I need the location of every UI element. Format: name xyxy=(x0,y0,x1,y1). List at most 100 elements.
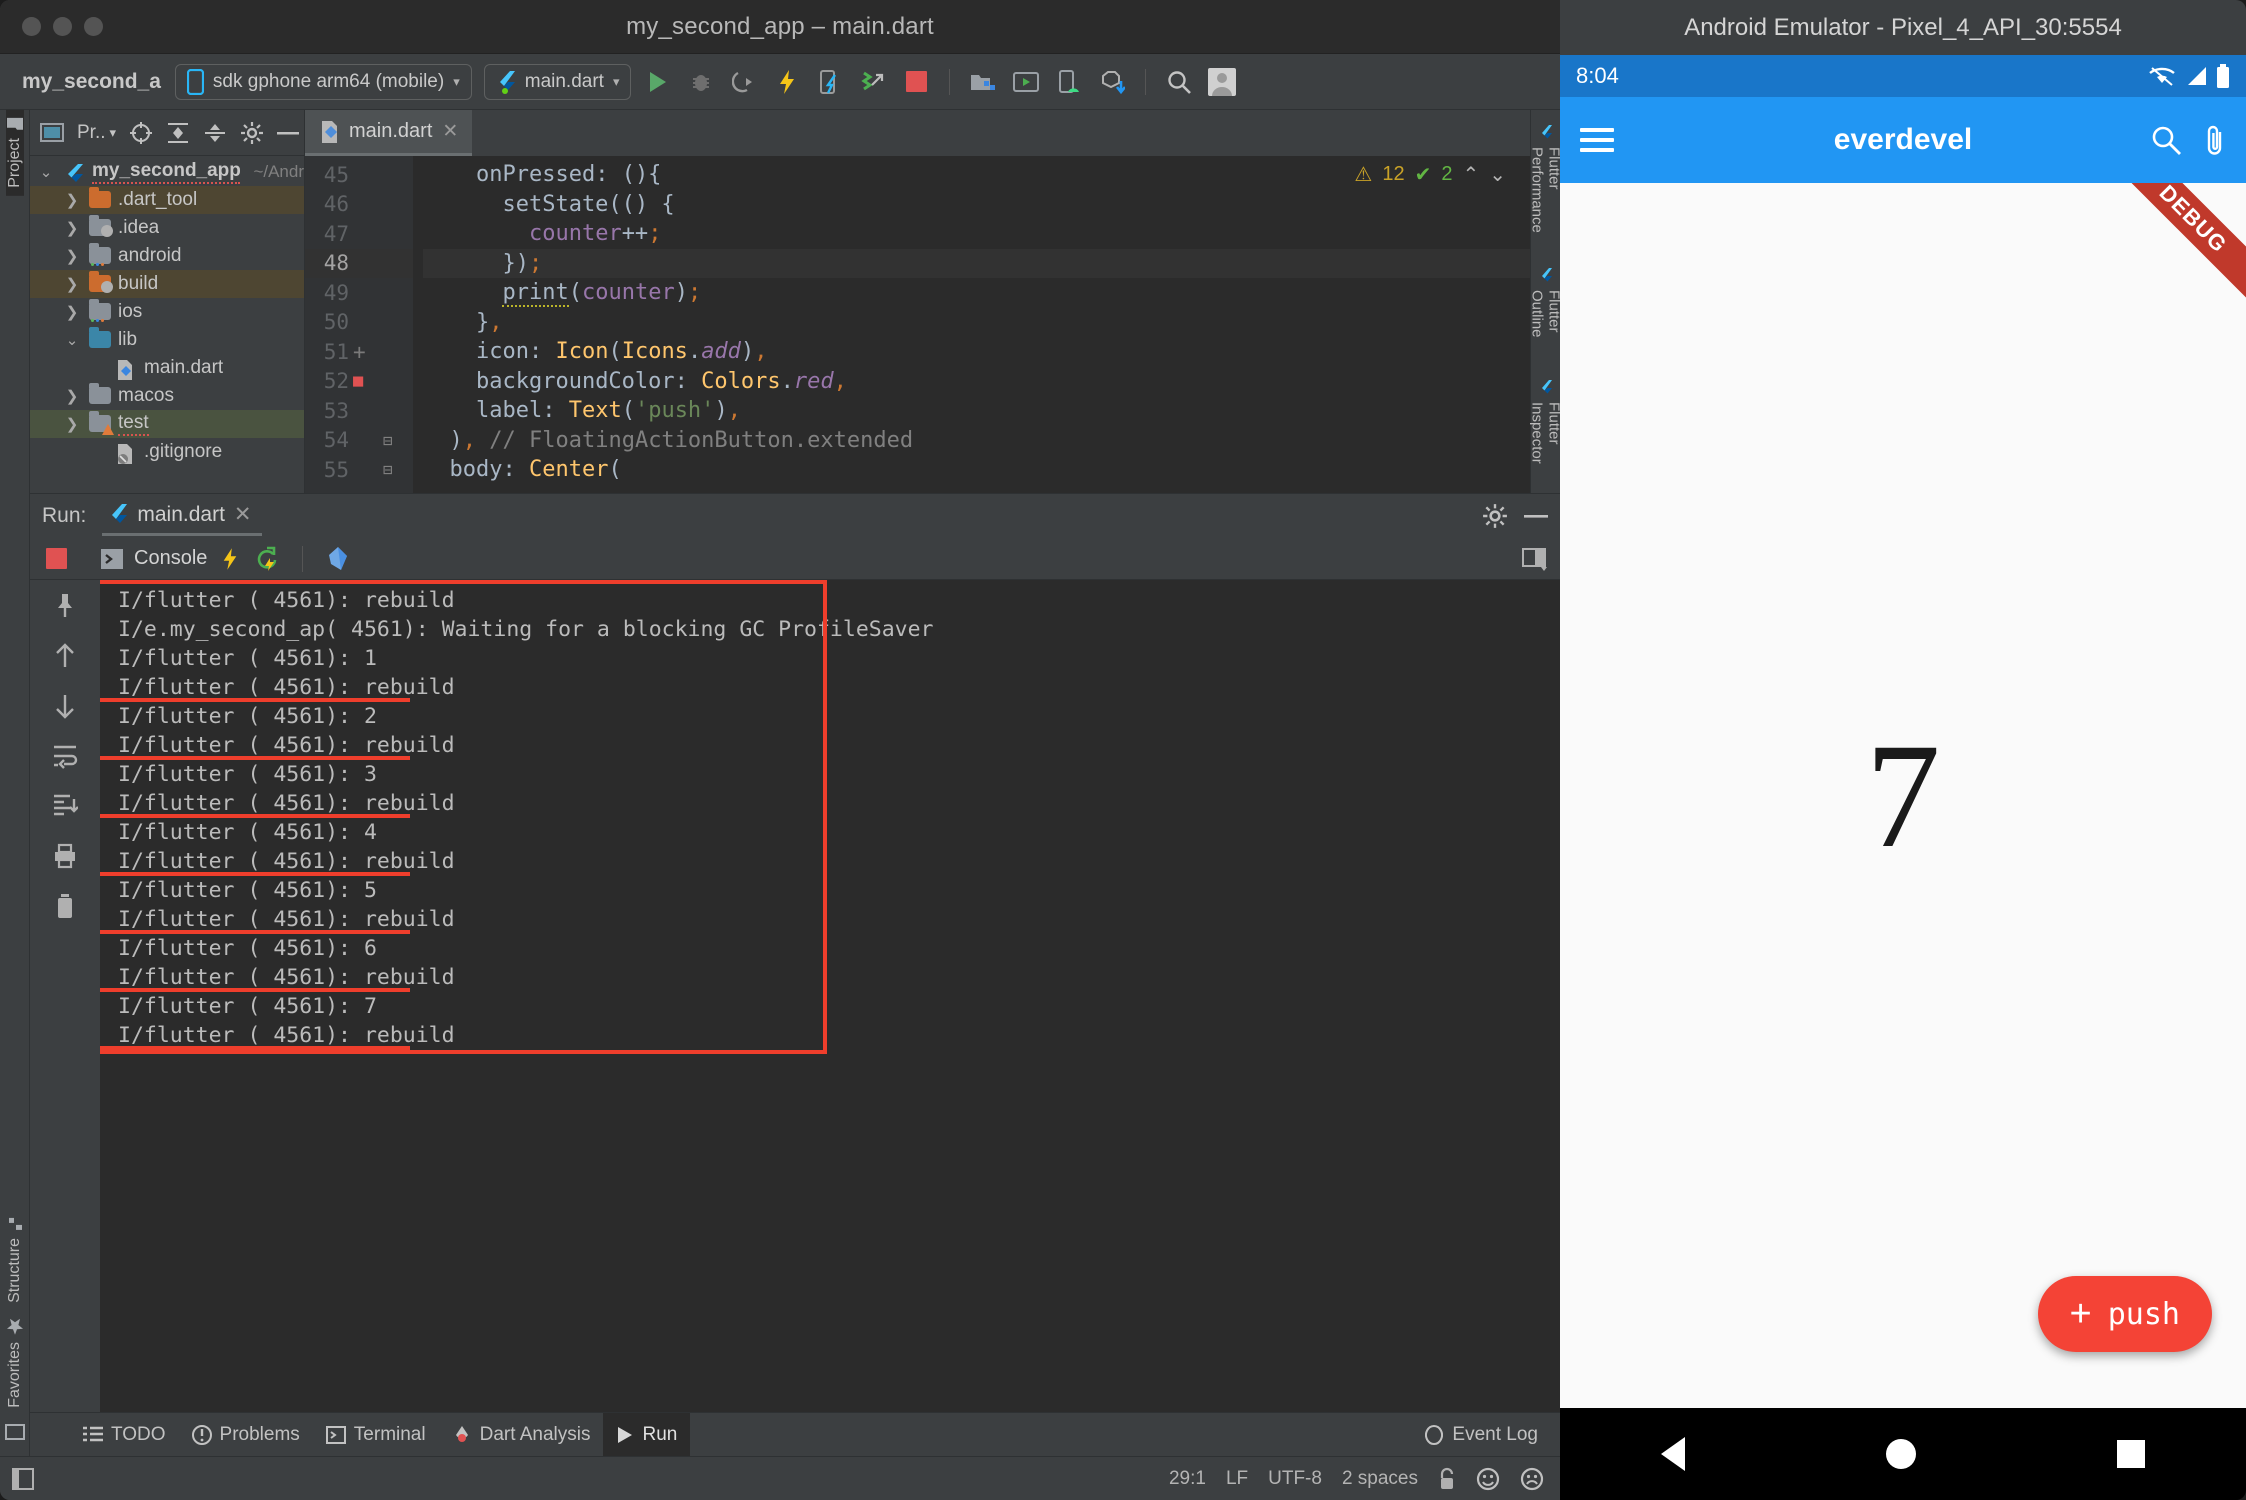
soft-wrap-icon[interactable] xyxy=(45,736,85,776)
attach-icon[interactable] xyxy=(2204,123,2226,157)
bottom-tab-terminal[interactable]: Terminal xyxy=(313,1413,439,1457)
close-icon[interactable]: ✕ xyxy=(442,120,458,143)
code-line[interactable]: body: Center( xyxy=(423,455,1530,485)
hot-restart-icon[interactable] xyxy=(253,546,279,572)
editor-gutter[interactable]: 45 46 47 48 49 50 51 +52 ■ 53 54 ⊟ 55 ⊟ xyxy=(305,156,413,493)
run-tab-main-dart[interactable]: main.dart ✕ xyxy=(102,496,262,536)
code-line[interactable]: counter++; xyxy=(423,219,1530,249)
down-icon[interactable] xyxy=(45,686,85,726)
file-encoding[interactable]: UTF-8 xyxy=(1268,1468,1322,1490)
chevron-right-icon[interactable]: ❯ xyxy=(62,191,82,209)
tree-node-test[interactable]: ❯ test xyxy=(30,410,304,438)
bottom-tab-todo[interactable]: TODO xyxy=(70,1413,179,1457)
settings-gear-icon[interactable] xyxy=(1482,503,1508,529)
push-fab-button[interactable]: + push xyxy=(2037,1276,2212,1352)
hide-panel-icon[interactable] xyxy=(277,130,300,136)
project-structure-icon[interactable] xyxy=(964,63,1002,101)
back-button[interactable] xyxy=(1660,1437,1685,1471)
chevron-right-icon[interactable]: ❯ xyxy=(62,247,82,265)
search-icon[interactable] xyxy=(2150,124,2182,156)
run-config-selector[interactable]: main.dart ▾ xyxy=(483,63,632,100)
pin-icon[interactable] xyxy=(45,586,85,626)
hot-reload-icon[interactable] xyxy=(221,547,239,571)
stop-icon[interactable] xyxy=(46,548,67,569)
code-line[interactable]: icon: Icon(Icons.add), xyxy=(423,337,1530,367)
stop-icon[interactable] xyxy=(897,63,935,101)
show-tool-windows-icon[interactable] xyxy=(12,1467,34,1491)
hot-reload-icon[interactable] xyxy=(768,63,806,101)
recents-button[interactable] xyxy=(2117,1440,2146,1468)
bottom-tab-problems[interactable]: Problems xyxy=(179,1413,313,1457)
code-line[interactable]: }); xyxy=(423,248,1530,278)
layout-settings-icon[interactable] xyxy=(1522,547,1548,571)
tab-main-dart[interactable]: main.dart ✕ xyxy=(305,110,473,156)
lock-icon[interactable] xyxy=(1438,1467,1456,1491)
fold-icon[interactable]: ⊟ xyxy=(383,431,393,450)
dart-devtools-icon[interactable] xyxy=(326,546,350,572)
sdk-device-icon[interactable] xyxy=(1050,63,1088,101)
up-icon[interactable] xyxy=(45,636,85,676)
tree-node-build[interactable]: ❯ build xyxy=(30,270,304,298)
chevron-right-icon[interactable]: ❯ xyxy=(62,303,82,321)
tree-node-android[interactable]: ❯ android xyxy=(30,242,304,270)
run-coverage-icon[interactable] xyxy=(725,63,763,101)
close-icon[interactable]: ✕ xyxy=(234,502,252,527)
profile-icon[interactable] xyxy=(854,63,892,101)
tree-node-macos[interactable]: ❯ macos xyxy=(30,382,304,410)
code-line[interactable]: label: Text('push'), xyxy=(423,396,1530,426)
tree-node--dart-tool[interactable]: ❯ .dart_tool xyxy=(30,186,304,214)
console-output[interactable]: I/flutter ( 4561): rebuild I/e.my_second_… xyxy=(100,580,1560,1412)
debug-icon[interactable] xyxy=(682,63,720,101)
next-problem-icon[interactable]: ⌄ xyxy=(1489,162,1506,187)
code-line[interactable]: ), // FloatingActionButton.extended xyxy=(423,426,1530,456)
chevron-down-icon[interactable]: ⌄ xyxy=(62,331,82,349)
locate-icon[interactable] xyxy=(129,121,153,145)
print-icon[interactable] xyxy=(45,836,85,876)
sad-face-icon[interactable] xyxy=(1520,1467,1544,1491)
gutter-line[interactable]: 51 + xyxy=(305,337,413,367)
device-selector[interactable]: sdk gphone arm64 (mobile) ▾ xyxy=(174,63,472,100)
chevron-down-icon[interactable]: ⌄ xyxy=(36,163,56,181)
trash-icon[interactable] xyxy=(45,886,85,926)
tree-node--gitignore[interactable]: .gitignore xyxy=(30,438,304,466)
color-swatch-icon[interactable]: ■ xyxy=(353,371,363,391)
project-view-label[interactable]: Pr.. ▾ xyxy=(77,122,116,144)
event-log-button[interactable]: Event Log xyxy=(1425,1424,1560,1446)
code-line[interactable]: print(counter); xyxy=(423,278,1530,308)
tree-node-ios[interactable]: ❯ ios xyxy=(30,298,304,326)
fold-icon[interactable]: ⊟ xyxy=(383,460,393,479)
gutter-line[interactable]: 55 ⊟ xyxy=(305,455,413,485)
open-devtools-icon[interactable] xyxy=(811,63,849,101)
run-icon[interactable] xyxy=(639,63,677,101)
sidebar-item-favorites[interactable]: Favorites xyxy=(6,1311,24,1416)
tree-node-main-dart[interactable]: main.dart xyxy=(30,354,304,382)
tree-node-my-second-app[interactable]: ⌄ my_second_app ~/Andr xyxy=(30,158,304,186)
caret-position[interactable]: 29:1 xyxy=(1169,1468,1206,1490)
expand-all-icon[interactable] xyxy=(166,122,190,144)
gutter-line[interactable]: 54 ⊟ xyxy=(305,426,413,456)
project-view-icon[interactable] xyxy=(40,123,64,142)
menu-icon[interactable] xyxy=(1580,128,1614,152)
search-icon[interactable] xyxy=(1160,63,1198,101)
line-separator[interactable]: LF xyxy=(1226,1468,1248,1490)
collapse-all-icon[interactable] xyxy=(203,122,227,144)
happy-face-icon[interactable] xyxy=(1476,1467,1500,1491)
chevron-right-icon[interactable]: ❯ xyxy=(62,275,82,293)
show-layout-icon[interactable] xyxy=(4,1416,25,1448)
code-line[interactable]: setState(() { xyxy=(423,190,1530,220)
account-avatar-icon[interactable] xyxy=(1203,63,1241,101)
home-button[interactable] xyxy=(1885,1439,1916,1469)
chevron-right-icon[interactable]: ❯ xyxy=(62,387,82,405)
editor-code[interactable]: onPressed: (){ setState(() { counter++; … xyxy=(413,156,1530,493)
gutter-line[interactable]: 50 xyxy=(305,308,413,338)
add-marker-icon[interactable]: + xyxy=(353,340,366,364)
scroll-to-end-icon[interactable] xyxy=(45,786,85,826)
project-name-label[interactable]: my_second_a xyxy=(10,70,175,94)
hide-panel-icon[interactable] xyxy=(1524,513,1548,519)
sidebar-item-project[interactable]: Project xyxy=(5,110,24,196)
bottom-tab-dart-analysis[interactable]: Dart Analysis xyxy=(439,1413,604,1457)
tree-node-lib[interactable]: ⌄ lib xyxy=(30,326,304,354)
gutter-line[interactable]: 45 xyxy=(305,160,413,190)
chevron-right-icon[interactable]: ❯ xyxy=(62,415,82,433)
code-line[interactable]: backgroundColor: Colors.red, xyxy=(423,367,1530,397)
